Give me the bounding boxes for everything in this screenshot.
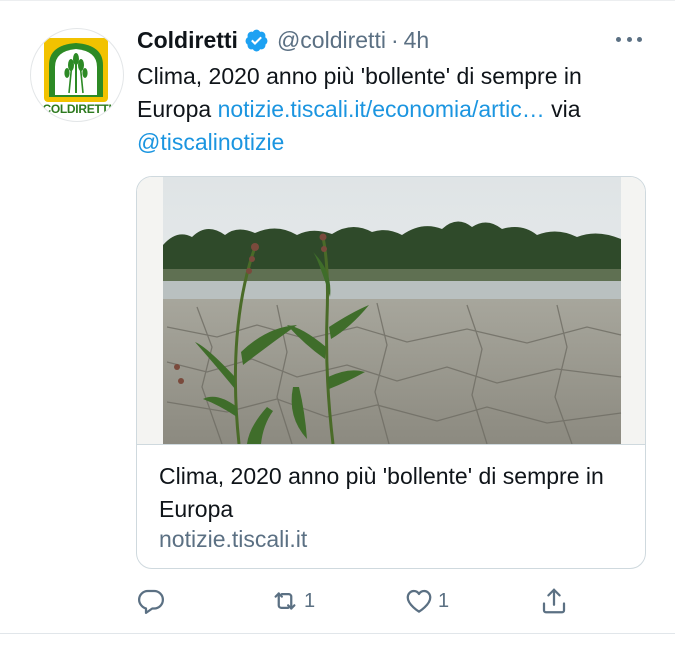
article-link[interactable]: notizie.tiscali.it/economia/artic… — [218, 96, 545, 122]
mention-link[interactable]: @tiscalinotizie — [137, 129, 284, 155]
via-text: via — [544, 96, 581, 122]
separator-dot: · — [390, 26, 399, 53]
avatar[interactable]: COLDIRETTI — [30, 28, 124, 122]
like-icon — [406, 589, 432, 613]
handle[interactable]: @coldiretti — [277, 27, 386, 54]
card-image — [137, 177, 645, 444]
verified-badge-icon — [245, 29, 268, 51]
card-domain: notizie.tiscali.it — [159, 526, 308, 552]
more-dot — [626, 36, 632, 42]
tweet-actions: 1 1 — [0, 583, 675, 619]
more-dot — [637, 36, 642, 42]
timestamp[interactable]: 4h — [404, 27, 430, 54]
avatar-logo-text: COLDIRETTI — [42, 102, 112, 116]
bottom-divider — [0, 633, 675, 634]
tweet-header: Coldiretti @coldiretti · 4h — [137, 24, 429, 56]
display-name[interactable]: Coldiretti — [137, 27, 238, 54]
retweet-icon — [274, 592, 296, 610]
share-button[interactable] — [539, 583, 569, 619]
retweet-button[interactable]: 1 — [270, 583, 315, 619]
card-title: Clima, 2020 anno più 'bollente' di sempr… — [159, 463, 604, 522]
top-divider — [0, 0, 675, 1]
reply-icon — [138, 589, 164, 614]
more-dot — [616, 36, 621, 42]
share-icon — [542, 588, 566, 614]
like-count: 1 — [438, 589, 450, 612]
link-card[interactable]: Clima, 2020 anno più 'bollente' di sempr… — [136, 176, 646, 569]
like-button[interactable]: 1 — [404, 583, 449, 619]
more-icon[interactable] — [616, 34, 642, 44]
tweet-text: Clima, 2020 anno più 'bollente' di sempr… — [137, 60, 657, 159]
reply-button[interactable] — [136, 583, 170, 619]
card-divider — [137, 444, 645, 445]
coldiretti-logo — [44, 38, 108, 102]
retweet-count: 1 — [304, 589, 316, 612]
